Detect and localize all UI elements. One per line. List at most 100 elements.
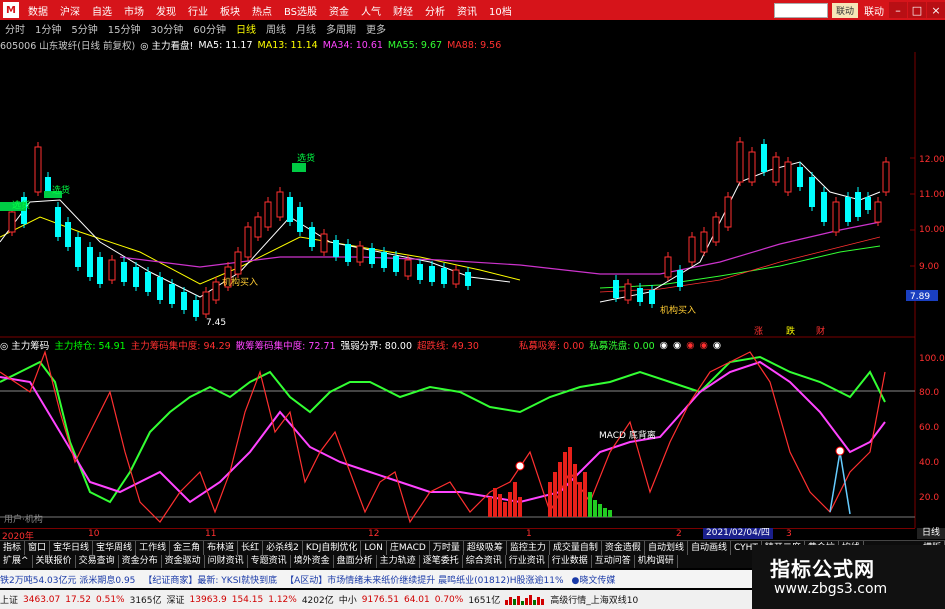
period-tab[interactable]: 30分钟 xyxy=(145,21,188,36)
x-tick: 2 xyxy=(676,529,682,539)
ticker-item[interactable]: 铁2万吨54.03亿元 派米期息0.95 xyxy=(0,573,135,586)
menu-item[interactable]: 板块 xyxy=(214,3,246,18)
menu-item[interactable]: 财经 xyxy=(387,3,419,18)
tab-tabs_row2[interactable]: 机构调研 xyxy=(635,555,678,568)
tab-tabs_row2[interactable]: 专题资讯 xyxy=(248,555,291,568)
candle-up xyxy=(724,196,732,228)
tab-tabs_row1[interactable]: 宝华日线 xyxy=(50,541,94,555)
tab-tabs_row1[interactable]: 必杀线2 xyxy=(263,541,303,555)
ma55-line xyxy=(599,245,881,289)
maximize-icon[interactable]: □ xyxy=(908,2,926,18)
menu-item[interactable]: 资讯 xyxy=(451,3,483,18)
price-tick: 10.00 xyxy=(919,225,945,235)
tab-tabs_row1[interactable]: 长红 xyxy=(238,541,264,555)
period-tab[interactable]: 多周期 xyxy=(321,21,361,36)
tab-tabs_row2[interactable]: 盘面分析 xyxy=(334,555,377,568)
tab-tabs_row2[interactable]: 资金分布 xyxy=(119,555,162,568)
tab-tabs_row2[interactable]: 行业数据 xyxy=(549,555,592,568)
tab-tabs_row1[interactable]: KDJ自制优化 xyxy=(303,541,362,555)
indicator-tick: 100.0 xyxy=(919,354,945,364)
tab-tabs_row2[interactable]: 综合资讯 xyxy=(463,555,506,568)
menu-item[interactable]: 行业 xyxy=(182,3,214,18)
close-icon[interactable]: × xyxy=(927,2,945,18)
tab-tabs_row2[interactable]: 逐笔委托 xyxy=(420,555,463,568)
indicator-tick: 20.0 xyxy=(919,493,939,503)
menu-item[interactable]: 自选 xyxy=(86,3,118,18)
index-name[interactable]: 深证 xyxy=(167,593,185,606)
period-label[interactable]: 日线 xyxy=(917,528,945,539)
period-tab[interactable]: 5分钟 xyxy=(66,21,102,36)
menu-item[interactable]: 热点 xyxy=(246,3,278,18)
tab-tabs_row2[interactable]: 行业资讯 xyxy=(506,555,549,568)
tab-tabs_row1[interactable]: 成交量自制 xyxy=(550,541,602,555)
menu-item[interactable]: 市场 xyxy=(118,3,150,18)
watermark-title: 指标公式网 xyxy=(770,557,875,581)
tab-tabs_row2[interactable]: 问财资讯 xyxy=(205,555,248,568)
period-tab-selected[interactable]: 日线 xyxy=(231,21,261,36)
menu-item[interactable]: 数据 xyxy=(22,3,54,18)
period-tab[interactable]: 60分钟 xyxy=(188,21,231,36)
tab-tabs_row1[interactable]: 庄MACD xyxy=(387,541,430,555)
period-tab[interactable]: 更多 xyxy=(361,21,391,36)
tab-tabs_row1[interactable]: 资金造假 xyxy=(602,541,645,555)
ticker-item[interactable]: 【A区动】市场情绪未来纸价继续提升 晨鸣纸业(01812)H股涨逾11% xyxy=(285,573,563,586)
candle-down xyxy=(45,177,51,192)
tab-tabs_row1[interactable]: 工作线 xyxy=(136,541,171,555)
tab-tabs_row1[interactable]: 自动划线 xyxy=(645,541,688,555)
tab-tabs_row2[interactable]: 主力轨迹 xyxy=(377,555,420,568)
tab-tabs_row1[interactable]: 窗口 xyxy=(25,541,51,555)
institution-buy-signal: 机构买入 xyxy=(660,304,696,316)
menu-item[interactable]: 沪深 xyxy=(54,3,86,18)
indicator-value: 主力持仓: 54.91 xyxy=(54,341,126,352)
period-tab[interactable]: 15分钟 xyxy=(103,21,146,36)
menu-item[interactable]: 资金 xyxy=(323,3,355,18)
candle-down xyxy=(637,288,643,302)
accumulation-bar xyxy=(563,452,567,517)
view-label[interactable]: ◎ 主力看盘! xyxy=(140,38,193,52)
circle-icon: ◉ xyxy=(699,339,708,351)
tab-tabs_row1[interactable]: 布林道 xyxy=(204,541,239,555)
period-tab[interactable]: 周线 xyxy=(261,21,291,36)
current-price: 7.89 xyxy=(910,292,930,302)
ticker-item[interactable]: ●晓文传媒 xyxy=(572,573,616,586)
search-input[interactable] xyxy=(773,2,828,18)
menu-item[interactable]: BS选股 xyxy=(278,3,323,18)
minimize-icon[interactable]: – xyxy=(889,2,907,18)
candle-up xyxy=(8,211,16,233)
index-name[interactable]: 中小 xyxy=(339,593,357,606)
menu-item[interactable]: 人气 xyxy=(355,3,387,18)
tab-tabs_row1[interactable]: 金三角 xyxy=(170,541,205,555)
menu-item[interactable]: 10档 xyxy=(483,3,518,18)
tab-tabs_row2[interactable]: 资金驱动 xyxy=(162,555,205,568)
candle-down xyxy=(65,222,71,247)
tab-tabs_row2[interactable]: 扩展^ xyxy=(0,555,33,568)
tab-tabs_row2[interactable]: 境外资金 xyxy=(291,555,334,568)
period-tab[interactable]: 月线 xyxy=(291,21,321,36)
tab-tabs_row1[interactable]: 指标 xyxy=(0,541,26,555)
candle-down xyxy=(393,256,399,272)
tab-tabs_row1[interactable]: 监控主力 xyxy=(507,541,550,555)
kline-chart[interactable]: 选货 选货 选货 7.45 机构买入 机构买入 涨 跌 财 12.00 11.0… xyxy=(0,52,945,528)
candle-down xyxy=(761,144,767,172)
tab-tabs_row2[interactable]: 关联报价 xyxy=(33,555,76,568)
index-value: 3463.07 xyxy=(23,594,61,605)
tab-tabs_row2[interactable]: 互动问答 xyxy=(592,555,635,568)
quote-message: 高级行情_上海双线10 xyxy=(550,596,639,606)
tab-tabs_row1[interactable]: 超级吸筹 xyxy=(464,541,507,555)
tab-tabs_row1[interactable]: LON xyxy=(361,541,387,555)
menu-item[interactable]: 发现 xyxy=(150,3,182,18)
period-tab[interactable]: 1分钟 xyxy=(30,21,66,36)
menu-item[interactable]: 分析 xyxy=(419,3,451,18)
link-button[interactable]: 联动 xyxy=(831,2,858,18)
tab-tabs_row1[interactable]: 自动画线 xyxy=(688,541,731,555)
low-price-label: 7.45 xyxy=(206,318,226,328)
tab-tabs_row1[interactable]: 万时量 xyxy=(430,541,464,555)
period-tab[interactable]: 分时 xyxy=(0,21,30,36)
ticker-item[interactable]: 【纪证商家】最新: YKSI就快到底 xyxy=(143,573,277,586)
tab-tabs_row2[interactable]: 交易查询 xyxy=(76,555,119,568)
index-name[interactable]: 上证 xyxy=(0,593,18,606)
linkage-label[interactable]: 联动 xyxy=(864,3,884,18)
tab-tabs_row1[interactable]: 宝华周线 xyxy=(93,541,137,555)
indicator-name[interactable]: ◎ 主力筹码 xyxy=(0,338,49,352)
price-tick: 12.00 xyxy=(919,155,945,165)
